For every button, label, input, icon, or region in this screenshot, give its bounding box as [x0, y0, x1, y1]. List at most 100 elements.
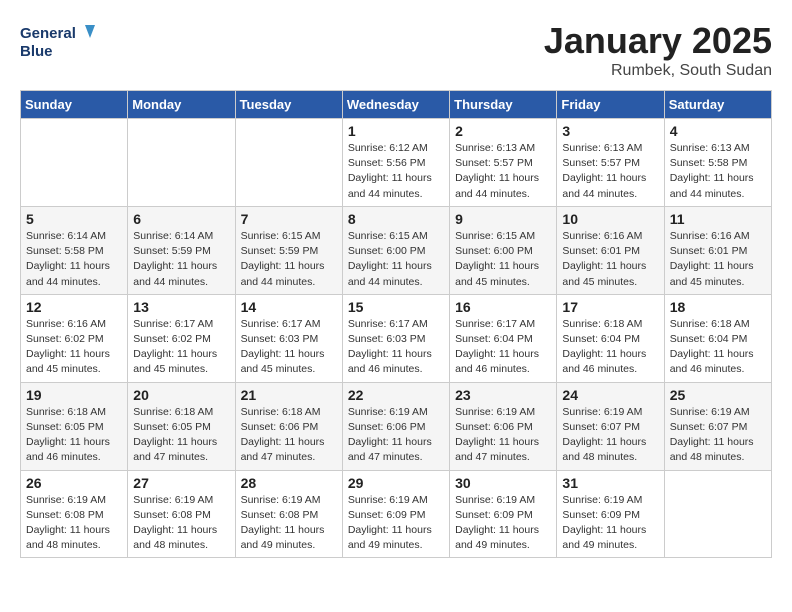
day-number: 19 [26, 387, 122, 403]
calendar-cell: 24 Sunrise: 6:19 AMSunset: 6:07 PMDayligh… [557, 382, 664, 470]
calendar-cell: 16 Sunrise: 6:17 AMSunset: 6:04 PMDayligh… [450, 294, 557, 382]
day-info: Sunrise: 6:17 AMSunset: 6:04 PMDaylight:… [455, 318, 539, 376]
calendar-table: SundayMondayTuesdayWednesdayThursdayFrid… [20, 90, 772, 558]
day-number: 13 [133, 299, 229, 315]
day-number: 18 [670, 299, 766, 315]
day-info: Sunrise: 6:14 AMSunset: 5:58 PMDaylight:… [26, 230, 110, 288]
calendar-cell: 23 Sunrise: 6:19 AMSunset: 6:06 PMDayligh… [450, 382, 557, 470]
day-number: 26 [26, 475, 122, 491]
day-number: 24 [562, 387, 658, 403]
calendar-cell [21, 119, 128, 207]
day-info: Sunrise: 6:19 AMSunset: 6:09 PMDaylight:… [562, 494, 646, 552]
calendar-cell: 17 Sunrise: 6:18 AMSunset: 6:04 PMDayligh… [557, 294, 664, 382]
day-number: 23 [455, 387, 551, 403]
day-number: 28 [241, 475, 337, 491]
day-number: 10 [562, 211, 658, 227]
day-info: Sunrise: 6:15 AMSunset: 6:00 PMDaylight:… [348, 230, 432, 288]
day-number: 12 [26, 299, 122, 315]
calendar-cell: 26 Sunrise: 6:19 AMSunset: 6:08 PMDayligh… [21, 470, 128, 558]
header-row: SundayMondayTuesdayWednesdayThursdayFrid… [21, 91, 772, 119]
calendar-cell: 29 Sunrise: 6:19 AMSunset: 6:09 PMDayligh… [342, 470, 449, 558]
day-number: 15 [348, 299, 444, 315]
week-row-4: 19 Sunrise: 6:18 AMSunset: 6:05 PMDayligh… [21, 382, 772, 470]
day-number: 31 [562, 475, 658, 491]
day-number: 21 [241, 387, 337, 403]
calendar-cell [235, 119, 342, 207]
header-day-sunday: Sunday [21, 91, 128, 119]
day-number: 20 [133, 387, 229, 403]
day-info: Sunrise: 6:17 AMSunset: 6:03 PMDaylight:… [241, 318, 325, 376]
week-row-1: 1 Sunrise: 6:12 AMSunset: 5:56 PMDaylight… [21, 119, 772, 207]
day-info: Sunrise: 6:18 AMSunset: 6:04 PMDaylight:… [562, 318, 646, 376]
day-info: Sunrise: 6:18 AMSunset: 6:05 PMDaylight:… [133, 406, 217, 464]
day-info: Sunrise: 6:13 AMSunset: 5:58 PMDaylight:… [670, 142, 754, 200]
header-day-tuesday: Tuesday [235, 91, 342, 119]
day-number: 3 [562, 123, 658, 139]
calendar-cell: 27 Sunrise: 6:19 AMSunset: 6:08 PMDayligh… [128, 470, 235, 558]
day-info: Sunrise: 6:18 AMSunset: 6:05 PMDaylight:… [26, 406, 110, 464]
day-info: Sunrise: 6:16 AMSunset: 6:01 PMDaylight:… [562, 230, 646, 288]
page-header: General Blue January 2025 Rumbek, South … [20, 20, 772, 80]
day-number: 8 [348, 211, 444, 227]
logo-icon: General Blue [20, 20, 100, 65]
month-title: January 2025 [544, 20, 772, 62]
day-number: 2 [455, 123, 551, 139]
day-info: Sunrise: 6:19 AMSunset: 6:08 PMDaylight:… [133, 494, 217, 552]
calendar-cell: 28Sunrise: 6:19 AMSunset: 6:08 PMDayligh… [235, 470, 342, 558]
calendar-cell: 25 Sunrise: 6:19 AMSunset: 6:07 PMDayligh… [664, 382, 771, 470]
calendar-cell: 2Sunrise: 6:13 AMSunset: 5:57 PMDaylight… [450, 119, 557, 207]
day-info: Sunrise: 6:18 AMSunset: 6:06 PMDaylight:… [241, 406, 325, 464]
svg-text:Blue: Blue [20, 43, 53, 60]
day-info: Sunrise: 6:19 AMSunset: 6:09 PMDaylight:… [348, 494, 432, 552]
day-info: Sunrise: 6:15 AMSunset: 6:00 PMDaylight:… [455, 230, 539, 288]
day-info: Sunrise: 6:12 AMSunset: 5:56 PMDaylight:… [348, 142, 432, 200]
calendar-cell: 30Sunrise: 6:19 AMSunset: 6:09 PMDayligh… [450, 470, 557, 558]
day-number: 14 [241, 299, 337, 315]
header-day-monday: Monday [128, 91, 235, 119]
calendar-cell: 3Sunrise: 6:13 AMSunset: 5:57 PMDaylight… [557, 119, 664, 207]
calendar-cell: 6 Sunrise: 6:14 AMSunset: 5:59 PMDaylight… [128, 206, 235, 294]
title-block: January 2025 Rumbek, South Sudan [544, 20, 772, 80]
calendar-cell: 19 Sunrise: 6:18 AMSunset: 6:05 PMDayligh… [21, 382, 128, 470]
day-info: Sunrise: 6:17 AMSunset: 6:02 PMDaylight:… [133, 318, 217, 376]
calendar-cell: 12Sunrise: 6:16 AMSunset: 6:02 PMDayligh… [21, 294, 128, 382]
day-number: 6 [133, 211, 229, 227]
calendar-cell: 21 Sunrise: 6:18 AMSunset: 6:06 PMDayligh… [235, 382, 342, 470]
header-day-wednesday: Wednesday [342, 91, 449, 119]
day-number: 1 [348, 123, 444, 139]
calendar-cell: 11Sunrise: 6:16 AMSunset: 6:01 PMDayligh… [664, 206, 771, 294]
calendar-cell: 5Sunrise: 6:14 AMSunset: 5:58 PMDaylight… [21, 206, 128, 294]
day-number: 30 [455, 475, 551, 491]
week-row-3: 12Sunrise: 6:16 AMSunset: 6:02 PMDayligh… [21, 294, 772, 382]
header-day-thursday: Thursday [450, 91, 557, 119]
calendar-cell: 9Sunrise: 6:15 AMSunset: 6:00 PMDaylight… [450, 206, 557, 294]
header-day-friday: Friday [557, 91, 664, 119]
header-day-saturday: Saturday [664, 91, 771, 119]
calendar-cell: 22Sunrise: 6:19 AMSunset: 6:06 PMDayligh… [342, 382, 449, 470]
day-info: Sunrise: 6:14 AMSunset: 5:59 PMDaylight:… [133, 230, 217, 288]
day-number: 27 [133, 475, 229, 491]
calendar-cell: 4Sunrise: 6:13 AMSunset: 5:58 PMDaylight… [664, 119, 771, 207]
calendar-cell: 14 Sunrise: 6:17 AMSunset: 6:03 PMDayligh… [235, 294, 342, 382]
day-info: Sunrise: 6:19 AMSunset: 6:07 PMDaylight:… [562, 406, 646, 464]
calendar-cell: 8 Sunrise: 6:15 AMSunset: 6:00 PMDaylight… [342, 206, 449, 294]
day-info: Sunrise: 6:19 AMSunset: 6:07 PMDaylight:… [670, 406, 754, 464]
calendar-cell: 15Sunrise: 6:17 AMSunset: 6:03 PMDayligh… [342, 294, 449, 382]
day-number: 29 [348, 475, 444, 491]
day-number: 11 [670, 211, 766, 227]
location: Rumbek, South Sudan [544, 62, 772, 80]
week-row-5: 26 Sunrise: 6:19 AMSunset: 6:08 PMDayligh… [21, 470, 772, 558]
calendar-cell: 20 Sunrise: 6:18 AMSunset: 6:05 PMDayligh… [128, 382, 235, 470]
week-row-2: 5Sunrise: 6:14 AMSunset: 5:58 PMDaylight… [21, 206, 772, 294]
calendar-cell: 18Sunrise: 6:18 AMSunset: 6:04 PMDayligh… [664, 294, 771, 382]
day-number: 25 [670, 387, 766, 403]
svg-text:General: General [20, 25, 76, 42]
day-info: Sunrise: 6:19 AMSunset: 6:06 PMDaylight:… [348, 406, 432, 464]
day-info: Sunrise: 6:19 AMSunset: 6:06 PMDaylight:… [455, 406, 539, 464]
day-info: Sunrise: 6:19 AMSunset: 6:08 PMDaylight:… [26, 494, 110, 552]
calendar-cell [128, 119, 235, 207]
calendar-cell [664, 470, 771, 558]
calendar-cell: 7Sunrise: 6:15 AMSunset: 5:59 PMDaylight… [235, 206, 342, 294]
day-number: 16 [455, 299, 551, 315]
day-number: 17 [562, 299, 658, 315]
